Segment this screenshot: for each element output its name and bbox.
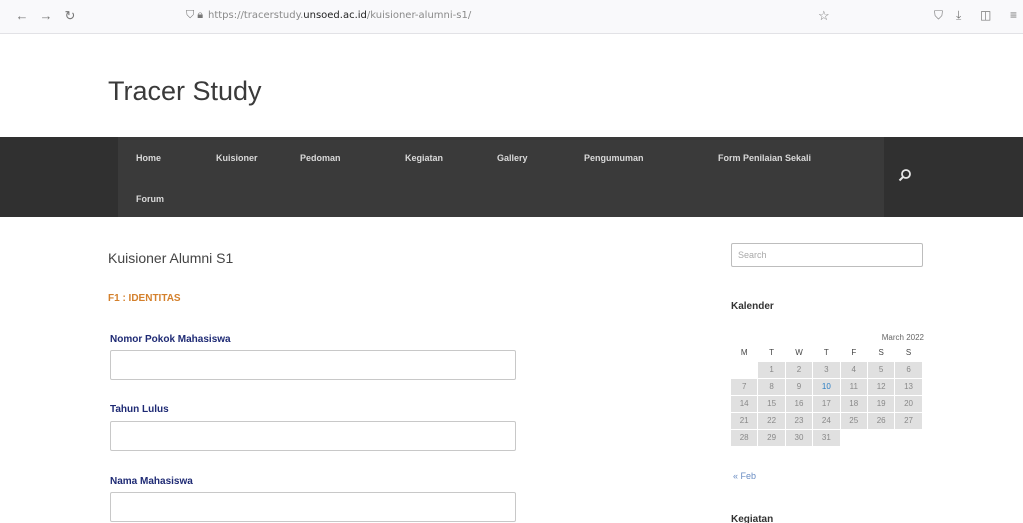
calendar-day[interactable]: 15 xyxy=(758,396,785,412)
calendar-weekday: F xyxy=(851,348,857,357)
calendar-weekday: W xyxy=(795,348,803,357)
calendar-day[interactable]: 23 xyxy=(785,413,813,429)
calendar-week: 7 8 9 10 11 12 13 xyxy=(731,379,923,395)
calendar-week: 21 22 23 24 25 26 27 xyxy=(731,413,923,429)
nav-item-gallery[interactable]: Gallery xyxy=(497,153,528,163)
nav-item-pedoman[interactable]: Pedoman xyxy=(300,153,341,163)
calendar-day[interactable]: 12 xyxy=(867,379,895,395)
calendar-day[interactable]: 21 xyxy=(731,413,758,429)
calendar-day xyxy=(731,362,757,378)
calendar-day[interactable]: 26 xyxy=(867,413,895,429)
calendar-day[interactable]: 10 xyxy=(813,379,840,395)
calendar-day[interactable]: 11 xyxy=(840,379,867,395)
calendar-day[interactable]: 20 xyxy=(895,396,922,412)
calendar-day[interactable]: 27 xyxy=(895,413,922,429)
calendar-day[interactable]: 31 xyxy=(813,430,840,446)
nav-item-form-penilaian[interactable]: Form Penilaian Sekali xyxy=(718,153,811,163)
calendar-week: 123456 xyxy=(731,362,923,378)
bookmark-star-icon[interactable]: ☆ xyxy=(818,8,830,24)
nama-mahasiswa-input[interactable] xyxy=(110,492,516,522)
forward-icon[interactable]: → xyxy=(38,8,54,24)
calendar-day xyxy=(868,430,894,446)
calendar-day[interactable]: 2 xyxy=(785,362,813,378)
calendar-day[interactable]: 6 xyxy=(895,362,922,378)
menu-icon[interactable]: ≡ xyxy=(1010,8,1017,22)
calendar-day[interactable]: 30 xyxy=(785,430,813,446)
kegiatan-heading: Kegiatan xyxy=(731,514,774,523)
calendar-day[interactable]: 5 xyxy=(867,362,895,378)
address-bar[interactable]: ⛉ 🔒︎ https://tracerstudy.unsoed.ac.id/ku… xyxy=(180,5,860,29)
calendar-days: 1 2 3 4 5 6 7 8 9 10 11 12 13 14 15 16 17 18 19 20 21 22 23 24 2… xyxy=(731,362,923,446)
calendar-day xyxy=(895,430,921,446)
nav-item-home[interactable]: Home xyxy=(136,153,161,163)
downloads-icon[interactable]: ⤓ xyxy=(956,8,961,23)
page-title: Kuisioner Alumni S1 xyxy=(108,250,234,266)
calendar-day[interactable]: 7 xyxy=(731,379,758,395)
calendar-prev-month-link[interactable]: « Feb xyxy=(733,471,756,481)
calendar-weekday: S xyxy=(905,348,912,357)
calendar-heading: Kalender xyxy=(731,301,774,312)
calendar-day[interactable]: 28 xyxy=(731,430,758,446)
navigation-menu xyxy=(118,137,884,217)
site-info-icon[interactable]: ⛉ 🔒︎ xyxy=(186,9,203,22)
calendar-day[interactable]: 24 xyxy=(813,413,840,429)
calendar-weekdays: MTWTFSS xyxy=(731,345,923,361)
calendar-month: March 2022 xyxy=(881,333,924,342)
calendar-day[interactable]: 8 xyxy=(758,379,785,395)
tahun-lulus-label: Tahun Lulus xyxy=(110,404,169,415)
nav-item-kegiatan[interactable]: Kegiatan xyxy=(405,153,443,163)
url-text[interactable]: https://tracerstudy.unsoed.ac.id/kuision… xyxy=(208,10,471,21)
reload-icon[interactable]: ↻ xyxy=(62,8,78,24)
calendar-day[interactable]: 29 xyxy=(758,430,785,446)
calendar-day[interactable]: 13 xyxy=(895,379,922,395)
nav-item-pengumuman[interactable]: Pengumuman xyxy=(584,153,644,163)
calendar-day[interactable]: 17 xyxy=(813,396,840,412)
calendar-day[interactable]: 1 xyxy=(758,362,785,378)
search-icon[interactable] xyxy=(898,168,912,182)
tahun-lulus-input[interactable] xyxy=(110,421,516,451)
sidebar-icon[interactable]: ◫ xyxy=(980,8,991,22)
nav-item-kuisioner[interactable]: Kuisioner xyxy=(216,153,258,163)
calendar-day[interactable]: 3 xyxy=(813,362,840,378)
back-icon[interactable]: ← xyxy=(14,8,30,24)
site-title[interactable]: Tracer Study xyxy=(108,76,262,107)
calendar-weekday: M xyxy=(740,348,748,357)
calendar: MTWTFSS 1 2 3 4 5 6 7 8 9 10 11 12 13 14 15 16 17 18 19 20 2… xyxy=(731,345,923,447)
pocket-icon[interactable]: ⛉ xyxy=(934,8,943,23)
calendar-day[interactable]: 4 xyxy=(840,362,867,378)
calendar-day[interactable]: 9 xyxy=(785,379,813,395)
nav-item-forum[interactable]: Forum xyxy=(136,194,164,204)
browser-toolbar: ← → ↻ ⛉ 🔒︎ https://tracerstudy.unsoed.ac… xyxy=(0,0,1023,34)
calendar-day[interactable]: 25 xyxy=(840,413,867,429)
calendar-day xyxy=(841,430,867,446)
calendar-day[interactable]: 19 xyxy=(867,396,895,412)
calendar-day[interactable]: 18 xyxy=(840,396,867,412)
nama-mahasiswa-label: Nama Mahasiswa xyxy=(110,476,193,487)
calendar-day[interactable]: 14 xyxy=(731,396,758,412)
calendar-weekday: S xyxy=(878,348,884,357)
calendar-week: 14 15 16 17 18 19 20 xyxy=(731,396,923,412)
sidebar-search-input[interactable] xyxy=(731,243,923,267)
calendar-weekday: T xyxy=(769,348,775,357)
calendar-weekday: T xyxy=(823,348,829,357)
section-heading: F1 : IDENTITAS xyxy=(108,293,181,304)
calendar-day[interactable]: 22 xyxy=(758,413,785,429)
calendar-week: 28 29 30 31 xyxy=(731,430,923,446)
npm-label: Nomor Pokok Mahasiswa xyxy=(110,334,231,345)
npm-input[interactable] xyxy=(110,350,516,380)
calendar-day[interactable]: 16 xyxy=(785,396,813,412)
